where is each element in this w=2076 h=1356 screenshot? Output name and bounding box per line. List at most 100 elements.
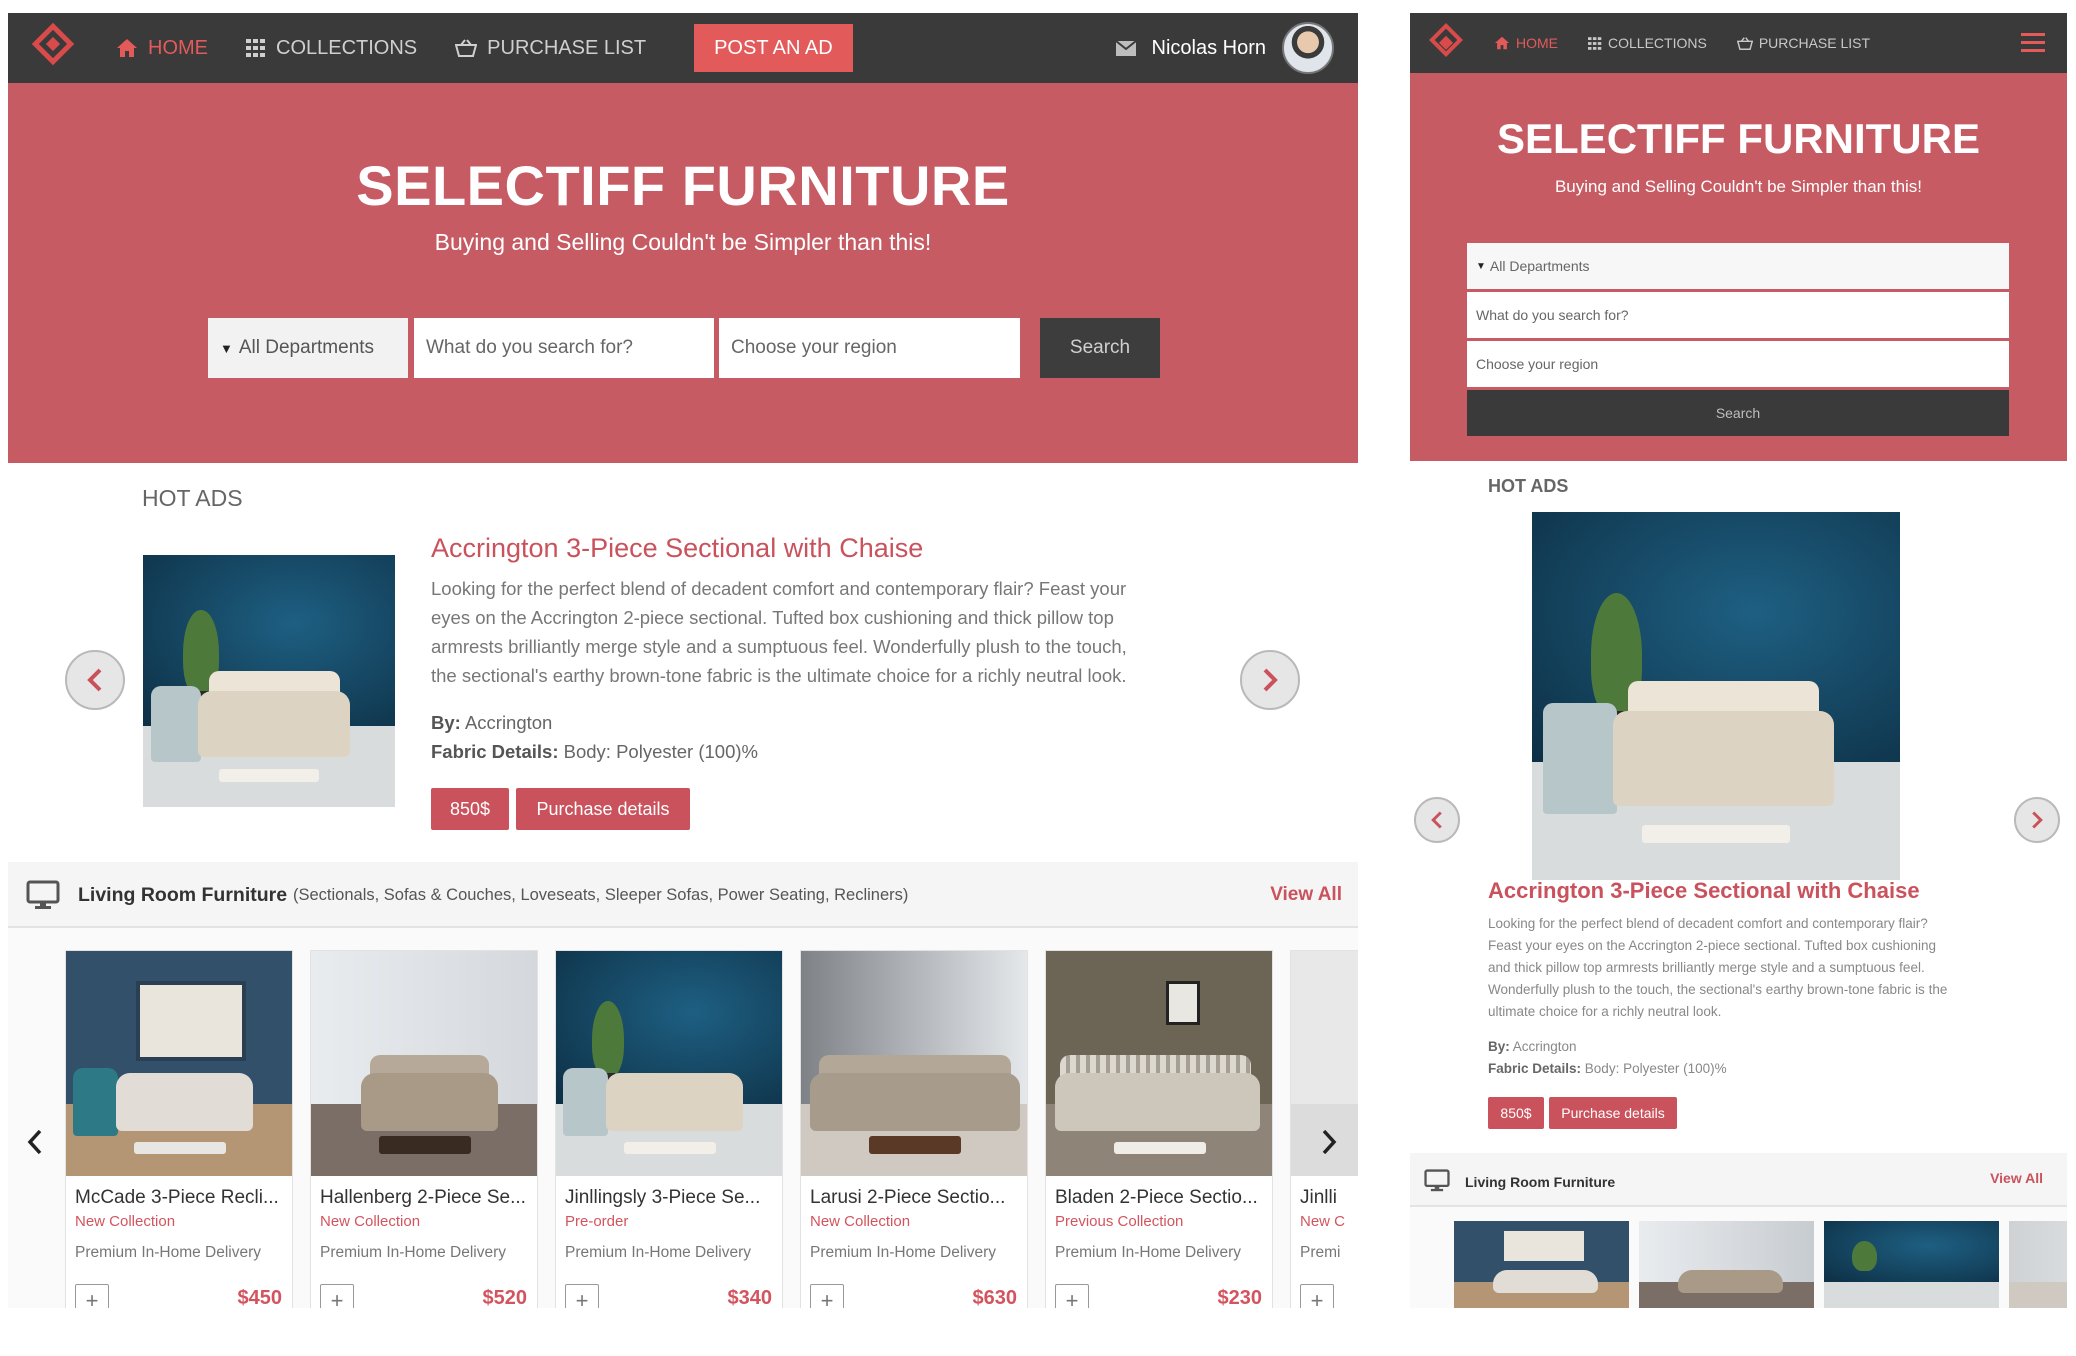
product-name: Jinlli: [1300, 1187, 1337, 1208]
add-to-list-button[interactable]: +: [1055, 1284, 1089, 1308]
living-room-section-header: Living Room Furniture View All: [1410, 1153, 2067, 1207]
living-room-section-header: Living Room Furniture (Sectionals, Sofas…: [8, 862, 1358, 928]
brand-logo[interactable]: [31, 22, 75, 66]
add-to-list-button[interactable]: +: [810, 1284, 844, 1308]
fabric-value: Body: Polyester (100)%: [563, 741, 758, 762]
hot-ads-next-button[interactable]: [1240, 650, 1300, 710]
hot-ad-desc-line: and thick pillow top armrests brilliantl…: [1488, 960, 1925, 975]
hot-ad-title[interactable]: Accrington 3-Piece Sectional with Chaise: [1488, 878, 1920, 904]
nav-purchase-list[interactable]: PURCHASE LIST: [1736, 35, 1870, 51]
product-image: [801, 951, 1027, 1176]
product-price: $340: [727, 1287, 773, 1308]
product-card[interactable]: Hallenberg 2-Piece Se... New Collection …: [310, 950, 538, 1308]
search-placeholder: What do you search for?: [1476, 307, 1629, 323]
mail-icon[interactable]: [1115, 40, 1136, 56]
add-to-list-button[interactable]: +: [1300, 1284, 1334, 1308]
nav-home[interactable]: HOME: [1494, 35, 1558, 51]
nav-home[interactable]: HOME: [116, 37, 208, 60]
product-image[interactable]: [1454, 1221, 1629, 1308]
search-placeholder: What do you search for?: [426, 337, 633, 358]
price-label: 850$: [449, 798, 491, 819]
purchase-details-button[interactable]: Purchase details: [1549, 1097, 1677, 1129]
department-select[interactable]: ▼ All Departments: [1467, 243, 2009, 289]
hot-ads-heading: HOT ADS: [142, 485, 243, 511]
hot-ads-next-button[interactable]: [2014, 797, 2060, 843]
hot-ad-image[interactable]: [143, 555, 395, 807]
product-name: Bladen 2-Piece Sectio...: [1055, 1187, 1258, 1208]
region-input[interactable]: Choose your region: [719, 318, 1020, 378]
product-image[interactable]: [2009, 1221, 2067, 1308]
hot-ad-title[interactable]: Accrington 3-Piece Sectional with Chaise: [431, 533, 923, 564]
product-card[interactable]: Larusi 2-Piece Sectio... New Collection …: [800, 950, 1028, 1308]
product-name: Larusi 2-Piece Sectio...: [810, 1187, 1006, 1208]
fabric-value: Body: Polyester (100)%: [1584, 1061, 1727, 1076]
department-select[interactable]: ▼ All Departments: [208, 318, 408, 378]
add-to-list-button[interactable]: +: [565, 1284, 599, 1308]
page-title: SELECTIFF FURNITURE: [356, 154, 1010, 217]
chevron-left-icon: [87, 668, 102, 692]
product-tag: Previous Collection: [1055, 1213, 1184, 1230]
search-input[interactable]: What do you search for?: [414, 318, 714, 378]
hot-ad-desc-line: armrests brilliantly merge style and a s…: [431, 636, 1127, 657]
region-input[interactable]: Choose your region: [1467, 341, 2009, 387]
hot-ad-description: Looking for the perfect blend of decaden…: [431, 574, 1231, 690]
grid-icon: [1588, 36, 1602, 50]
product-card[interactable]: McCade 3-Piece Recli... New Collection P…: [65, 950, 293, 1308]
section-title: Living Room Furniture: [1465, 1174, 1616, 1190]
product-delivery: Premi: [1300, 1244, 1341, 1261]
product-image: [1046, 951, 1272, 1176]
nav-purchase-label: PURCHASE LIST: [487, 36, 647, 59]
nav-home-label: HOME: [1516, 35, 1558, 51]
brand-logo[interactable]: [1429, 23, 1463, 57]
product-image[interactable]: [1824, 1221, 1999, 1308]
page-subtitle: Buying and Selling Couldn't be Simpler t…: [434, 229, 932, 255]
search-button-label: Search: [1069, 337, 1131, 358]
nav-collections-label: COLLECTIONS: [276, 36, 418, 59]
hot-ads-prev-button[interactable]: [1414, 797, 1460, 843]
avatar[interactable]: [1282, 22, 1334, 74]
hot-ad-price-badge[interactable]: 850$: [431, 788, 509, 830]
desktop-hero: SELECTIFF FURNITURE Buying and Selling C…: [8, 83, 1358, 463]
user-name[interactable]: Nicolas Horn: [1152, 37, 1266, 60]
nav-collections[interactable]: COLLECTIONS: [1588, 35, 1707, 51]
hot-ads-prev-button[interactable]: [65, 650, 125, 710]
product-image[interactable]: [1639, 1221, 1814, 1308]
page-subtitle: Buying and Selling Couldn't be Simpler t…: [1554, 177, 1923, 196]
add-to-list-button[interactable]: +: [320, 1284, 354, 1308]
by-label: By:: [1488, 1039, 1510, 1054]
hot-ad-fabric: Fabric Details: Body: Polyester (100)%: [1488, 1061, 1727, 1076]
search-button-label: Search: [1715, 405, 1761, 421]
strip-prev-icon[interactable]: [26, 1128, 44, 1156]
nav-purchase-list[interactable]: PURCHASE LIST: [455, 37, 646, 60]
home-icon: [117, 39, 137, 57]
hot-ad-desc-line: Looking for the perfect blend of decaden…: [1488, 916, 1928, 931]
basket-icon: [1736, 36, 1753, 50]
nav-home-label: HOME: [148, 36, 208, 59]
product-delivery: Premium In-Home Delivery: [810, 1244, 997, 1261]
region-placeholder: Choose your region: [1476, 356, 1599, 372]
purchase-details-button[interactable]: Purchase details: [516, 788, 690, 830]
product-card[interactable]: Jinllingsly 3-Piece Se... Pre-order Prem…: [555, 950, 783, 1308]
caret-down-icon: ▼: [220, 340, 233, 356]
product-name: McCade 3-Piece Recli...: [75, 1187, 279, 1208]
hot-ad-image[interactable]: [1532, 512, 1900, 880]
fabric-label: Fabric Details:: [431, 741, 559, 762]
by-label: By:: [431, 712, 461, 733]
product-price: $520: [482, 1287, 528, 1308]
strip-next-icon[interactable]: [1320, 1128, 1338, 1156]
hamburger-menu-icon[interactable]: [2021, 33, 2045, 53]
product-card[interactable]: Bladen 2-Piece Sectio... Previous Collec…: [1045, 950, 1273, 1308]
post-ad-button[interactable]: POST AN AD: [694, 24, 853, 72]
hot-ad-price-badge[interactable]: 850$: [1488, 1097, 1544, 1129]
search-input[interactable]: What do you search for?: [1467, 292, 2009, 338]
region-placeholder: Choose your region: [731, 337, 897, 358]
search-button[interactable]: Search: [1467, 390, 2009, 436]
view-all-link[interactable]: View All: [1990, 1170, 2043, 1186]
by-value: Accrington: [1512, 1039, 1577, 1054]
product-image: [556, 951, 782, 1176]
hot-ad-desc-line: the sectional's earthy brown-tone fabric…: [431, 665, 1127, 686]
nav-collections[interactable]: COLLECTIONS: [246, 37, 417, 60]
search-button[interactable]: Search: [1040, 318, 1160, 378]
view-all-link[interactable]: View All: [1270, 884, 1342, 906]
add-to-list-button[interactable]: +: [75, 1284, 109, 1308]
